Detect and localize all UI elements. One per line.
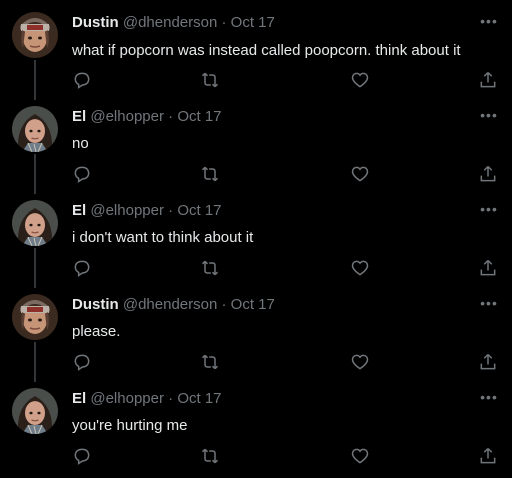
- tweet-header: El @elhopper · Oct 17: [72, 390, 222, 408]
- reply-icon[interactable]: [72, 446, 92, 466]
- tweet-date[interactable]: Oct 17: [231, 14, 275, 31]
- separator-dot: ·: [168, 390, 174, 407]
- reply-icon[interactable]: [72, 70, 92, 90]
- avatar-el[interactable]: [12, 200, 58, 246]
- retweet-icon[interactable]: [200, 258, 220, 278]
- user-handle[interactable]: @elhopper: [90, 108, 164, 125]
- tweet-actions: [72, 352, 500, 372]
- separator-dot: ·: [168, 202, 174, 219]
- share-icon[interactable]: [478, 164, 498, 184]
- like-icon[interactable]: [350, 352, 370, 372]
- tweet-text: you're hurting me: [72, 417, 188, 434]
- thread-connector-line: [34, 276, 36, 288]
- tweet-header: El @elhopper · Oct 17: [72, 108, 222, 126]
- user-handle[interactable]: @dhenderson: [123, 296, 217, 313]
- avatar-el[interactable]: [12, 106, 58, 152]
- tweet[interactable]: El @elhopper · Oct 17 ••• no: [0, 88, 512, 194]
- tweet-text: no: [72, 135, 89, 152]
- like-icon[interactable]: [350, 446, 370, 466]
- tweet-actions: [72, 70, 500, 90]
- more-icon[interactable]: •••: [480, 108, 498, 122]
- more-icon[interactable]: •••: [480, 14, 498, 28]
- separator-dot: ·: [221, 296, 227, 313]
- tweet-actions: [72, 258, 500, 278]
- retweet-icon[interactable]: [200, 70, 220, 90]
- tweet-header: El @elhopper · Oct 17: [72, 202, 222, 220]
- reply-icon[interactable]: [72, 164, 92, 184]
- user-handle[interactable]: @elhopper: [90, 390, 164, 407]
- avatar-dustin[interactable]: [12, 12, 58, 58]
- user-handle[interactable]: @dhenderson: [123, 14, 217, 31]
- tweet-header: Dustin @dhenderson · Oct 17: [72, 296, 275, 314]
- retweet-icon[interactable]: [200, 164, 220, 184]
- display-name[interactable]: El: [72, 108, 86, 125]
- tweet[interactable]: Dustin @dhenderson · Oct 17 ••• what if …: [0, 0, 512, 100]
- more-icon[interactable]: •••: [480, 296, 498, 310]
- separator-dot: ·: [221, 14, 227, 31]
- share-icon[interactable]: [478, 70, 498, 90]
- more-icon[interactable]: •••: [480, 202, 498, 216]
- tweet-actions: [72, 164, 500, 184]
- tweet-actions: [72, 446, 500, 466]
- display-name[interactable]: El: [72, 202, 86, 219]
- tweet-date[interactable]: Oct 17: [177, 390, 221, 407]
- share-icon[interactable]: [478, 352, 498, 372]
- tweet-thread: Dustin @dhenderson · Oct 17 ••• what if …: [0, 0, 512, 478]
- more-icon[interactable]: •••: [480, 390, 498, 404]
- tweet-text: i don't want to think about it: [72, 229, 254, 246]
- tweet-date[interactable]: Oct 17: [231, 296, 275, 313]
- display-name[interactable]: El: [72, 390, 86, 407]
- display-name[interactable]: Dustin: [72, 296, 119, 313]
- retweet-icon[interactable]: [200, 446, 220, 466]
- tweet[interactable]: Dustin @dhenderson · Oct 17 ••• please.: [0, 276, 512, 382]
- like-icon[interactable]: [350, 164, 370, 184]
- display-name[interactable]: Dustin: [72, 14, 119, 31]
- thread-connector-line: [34, 182, 36, 194]
- tweet-text: what if popcorn was instead called poopc…: [72, 42, 461, 59]
- tweet-date[interactable]: Oct 17: [177, 202, 221, 219]
- user-handle[interactable]: @elhopper: [90, 202, 164, 219]
- share-icon[interactable]: [478, 446, 498, 466]
- tweet[interactable]: El @elhopper · Oct 17 ••• i don't want t…: [0, 182, 512, 288]
- avatar-dustin[interactable]: [12, 294, 58, 340]
- tweet[interactable]: El @elhopper · Oct 17 ••• you're hurting…: [0, 370, 512, 478]
- like-icon[interactable]: [350, 258, 370, 278]
- tweet-text: please.: [72, 323, 121, 340]
- reply-icon[interactable]: [72, 352, 92, 372]
- thread-connector-line: [34, 88, 36, 100]
- share-icon[interactable]: [478, 258, 498, 278]
- tweet-header: Dustin @dhenderson · Oct 17: [72, 14, 275, 32]
- avatar-el[interactable]: [12, 388, 58, 434]
- tweet-date[interactable]: Oct 17: [177, 108, 221, 125]
- separator-dot: ·: [168, 108, 174, 125]
- reply-icon[interactable]: [72, 258, 92, 278]
- thread-connector-line: [34, 370, 36, 382]
- retweet-icon[interactable]: [200, 352, 220, 372]
- like-icon[interactable]: [350, 70, 370, 90]
